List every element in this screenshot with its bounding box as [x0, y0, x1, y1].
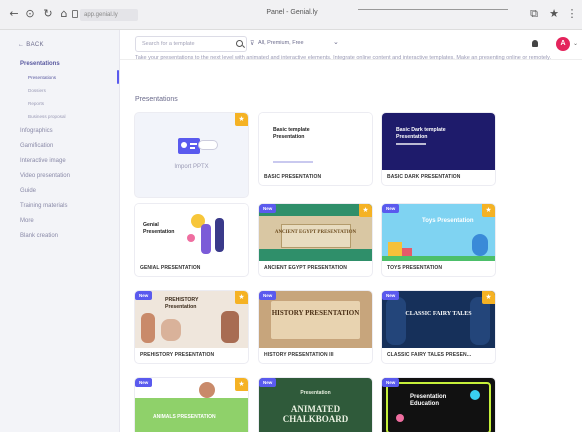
template-label: BASIC DARK PRESENTATION — [387, 174, 461, 180]
template-label: TOYS PRESENTATION — [387, 265, 443, 271]
search-input[interactable]: Search for a template — [135, 36, 247, 52]
template-card-basic[interactable]: Basic template Presentation BASIC PRESEN… — [259, 113, 372, 185]
divider — [358, 9, 508, 10]
sidebar-item-presentations[interactable]: Presentations — [20, 61, 60, 67]
filter-dropdown[interactable]: All, Premium, Free — [258, 40, 304, 46]
new-badge: New — [259, 378, 277, 387]
intro-text: Take your presentations to the next leve… — [135, 55, 551, 61]
browser-chrome: ← ⊙ ↻ ⌂ app.genial.ly Panel - Genial.ly … — [0, 0, 582, 30]
sidebar-subitem-reports[interactable]: Reports — [28, 101, 44, 106]
template-label: ANCIENT EGYPT PRESENTATION — [264, 265, 347, 271]
template-card-prehistory[interactable]: PREHISTORY Presentation New ★ PREHISTORY… — [135, 291, 248, 363]
pptx-tag — [199, 141, 217, 149]
address-bar[interactable]: app.genial.ly — [80, 9, 138, 21]
star-icon: ★ — [235, 291, 248, 304]
template-thumbnail: ANCIENT EGYPT PRESENTATION — [259, 204, 372, 261]
sidebar-item-training-materials[interactable]: Training materials — [20, 203, 67, 209]
chevron-down-icon[interactable]: ⌄ — [573, 40, 578, 47]
filter-icon[interactable]: ⊽ — [250, 40, 254, 47]
tab-icon[interactable]: ⧉ — [528, 8, 540, 20]
star-icon: ★ — [482, 204, 495, 217]
search-icon[interactable] — [236, 40, 243, 47]
sidebar-item-interactive-image[interactable]: Interactive image — [20, 158, 66, 164]
sidebar-item-gamification[interactable]: Gamification — [20, 143, 53, 149]
template-thumbnail: Toys Presentation — [382, 204, 495, 261]
bookmark-icon[interactable]: ★ — [548, 8, 560, 20]
template-card-toys[interactable]: Toys Presentation New ★ TOYS PRESENTATIO… — [382, 204, 495, 276]
template-card-genial[interactable]: Genial Presentation GENIAL PRESENTATION — [135, 204, 248, 276]
import-pptx-card[interactable]: Import PPTX ★ — [135, 113, 248, 197]
star-icon: ★ — [235, 378, 248, 391]
template-card-education[interactable]: Presentation Education New — [382, 378, 495, 432]
import-label: Import PPTX — [174, 164, 209, 170]
star-icon: ★ — [235, 113, 248, 126]
template-label: GENIAL PRESENTATION — [140, 265, 201, 271]
window-title: Panel - Genial.ly — [266, 9, 318, 16]
presentation-icon — [178, 138, 200, 154]
section-title: Presentations — [135, 96, 178, 103]
sidebar-subitem-dossiers[interactable]: Dossiers — [28, 88, 46, 93]
sidebar-subitem-business-proposal[interactable]: Business proposal — [28, 114, 66, 119]
sidebar: ← BACK Presentations Presentations Dossi… — [0, 30, 120, 432]
template-card-classic-fairy-tales[interactable]: CLASSIC FAIRY TALES New ★ CLASSIC FAIRY … — [382, 291, 495, 363]
template-thumbnail: CLASSIC FAIRY TALES — [382, 291, 495, 348]
arrow-right-icon[interactable]: ⊙ — [24, 8, 36, 20]
new-badge: New — [135, 291, 153, 300]
reload-icon[interactable]: ↻ — [42, 8, 54, 20]
back-button[interactable]: ← BACK — [18, 42, 44, 48]
star-icon: ★ — [482, 291, 495, 304]
new-badge: New — [259, 204, 277, 213]
template-label: CLASSIC FAIRY TALES PRESEN... — [387, 352, 472, 358]
sidebar-item-blank-creation[interactable]: Blank creation — [20, 233, 58, 239]
scroll-indicator — [117, 70, 119, 84]
avatar[interactable]: A — [556, 37, 570, 51]
template-label: BASIC PRESENTATION — [264, 174, 322, 180]
template-card-basic-dark[interactable]: Basic Dark template Presentation BASIC D… — [382, 113, 495, 185]
sidebar-item-video-presentation[interactable]: Video presentation — [20, 173, 70, 179]
template-thumbnail: Presentation ANIMATED CHALKBOARD — [259, 378, 372, 432]
template-card-ancient-egypt[interactable]: ANCIENT EGYPT PRESENTATION New ★ ANCIENT… — [259, 204, 372, 276]
template-thumbnail: Basic template Presentation — [259, 113, 372, 170]
sidebar-item-more[interactable]: More — [20, 218, 34, 224]
arrow-left-icon[interactable]: ← — [8, 8, 20, 20]
template-thumbnail: PREHISTORY Presentation — [135, 291, 248, 348]
star-icon: ★ — [359, 204, 372, 217]
new-badge: New — [259, 291, 277, 300]
sidebar-item-guide[interactable]: Guide — [20, 188, 36, 194]
template-thumbnail: HISTORY PRESENTATION — [259, 291, 372, 348]
template-thumbnail: Genial Presentation — [135, 204, 248, 261]
menu-icon[interactable]: ⋮ — [566, 8, 578, 20]
lock-icon — [72, 10, 78, 18]
new-badge: New — [382, 378, 400, 387]
sidebar-subitem-presentations[interactable]: Presentations — [28, 75, 56, 80]
template-thumbnail: Presentation Education — [382, 378, 495, 432]
template-label: HISTORY PRESENTATION III — [264, 352, 334, 358]
template-card-history[interactable]: HISTORY PRESENTATION New HISTORY PRESENT… — [259, 291, 372, 363]
home-icon[interactable]: ⌂ — [58, 8, 70, 20]
template-card-animals[interactable]: ANIMALS PRESENTATION New ★ — [135, 378, 248, 432]
new-badge: New — [135, 378, 153, 387]
template-thumbnail: ANIMALS PRESENTATION — [135, 378, 248, 432]
template-card-animated-chalkboard[interactable]: Presentation ANIMATED CHALKBOARD New — [259, 378, 372, 432]
bell-icon[interactable] — [532, 40, 538, 47]
new-badge: New — [382, 204, 400, 213]
template-label: PREHISTORY PRESENTATION — [140, 352, 215, 358]
new-badge: New — [382, 291, 400, 300]
sidebar-item-infographics[interactable]: Infographics — [20, 128, 53, 134]
template-thumbnail: Basic Dark template Presentation — [382, 113, 495, 170]
chevron-down-icon[interactable]: ⌄ — [333, 38, 339, 46]
